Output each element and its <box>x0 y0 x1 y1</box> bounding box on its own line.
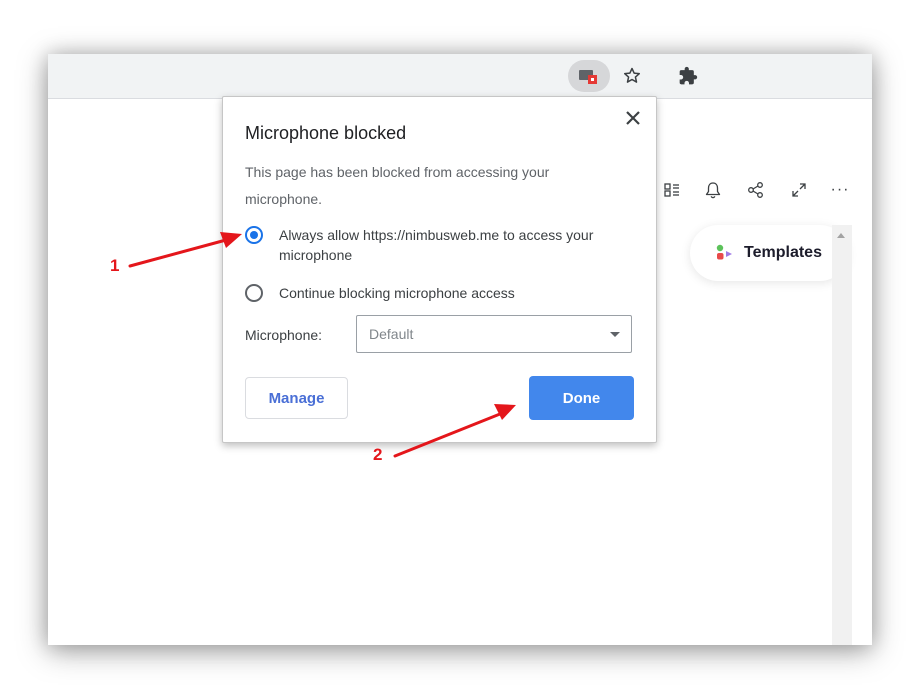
microphone-label: Microphone: <box>245 327 323 343</box>
continue-blocking-radio[interactable] <box>245 284 263 302</box>
templates-label: Templates <box>744 244 822 261</box>
extensions-button[interactable] <box>668 60 708 92</box>
always-allow-radio[interactable] <box>245 226 263 244</box>
bell-icon <box>705 182 721 199</box>
browser-toolbar <box>48 54 872 99</box>
list-view-button[interactable] <box>660 179 684 201</box>
close-icon <box>626 111 640 125</box>
expand-icon <box>792 183 806 197</box>
microphone-select[interactable]: Default <box>356 315 632 353</box>
bookmark-star-icon <box>624 67 640 83</box>
list-view-icon <box>664 183 679 197</box>
always-allow-option[interactable]: Always allow https://nimbusweb.me to acc… <box>245 225 619 265</box>
dropdown-caret-icon <box>610 332 620 337</box>
annotation-number-2: 2 <box>373 445 383 464</box>
done-button[interactable]: Done <box>529 376 634 420</box>
vertical-scrollbar[interactable] <box>832 225 852 645</box>
continue-blocking-label: Continue blocking microphone access <box>279 285 515 301</box>
share-icon <box>748 182 763 198</box>
share-button[interactable] <box>744 179 768 201</box>
camera-blocked-button[interactable] <box>568 60 610 92</box>
extensions-puzzle-icon <box>679 66 698 85</box>
dialog-title: Microphone blocked <box>245 123 407 143</box>
templates-button[interactable]: Templates <box>690 225 848 281</box>
close-button[interactable] <box>622 107 644 129</box>
continue-blocking-option[interactable]: Continue blocking microphone access <box>245 283 619 303</box>
camera-blocked-icon <box>579 70 597 84</box>
microphone-permission-dialog: Microphone blocked This page has been bl… <box>222 96 657 443</box>
scroll-up-arrow-icon[interactable] <box>837 233 845 238</box>
templates-logo-icon <box>716 244 733 260</box>
dialog-description: This page has been blocked from accessin… <box>245 164 550 207</box>
more-button[interactable]: ··· <box>828 179 852 201</box>
annotation-number-1: 1 <box>110 256 120 275</box>
microphone-select-value: Default <box>369 326 414 342</box>
more-icon: ··· <box>830 181 850 198</box>
notifications-button[interactable] <box>701 179 725 201</box>
always-allow-label: Always allow https://nimbusweb.me to acc… <box>279 227 594 263</box>
bookmark-button[interactable] <box>612 60 652 92</box>
manage-button[interactable]: Manage <box>245 377 348 419</box>
expand-button[interactable] <box>787 179 811 201</box>
